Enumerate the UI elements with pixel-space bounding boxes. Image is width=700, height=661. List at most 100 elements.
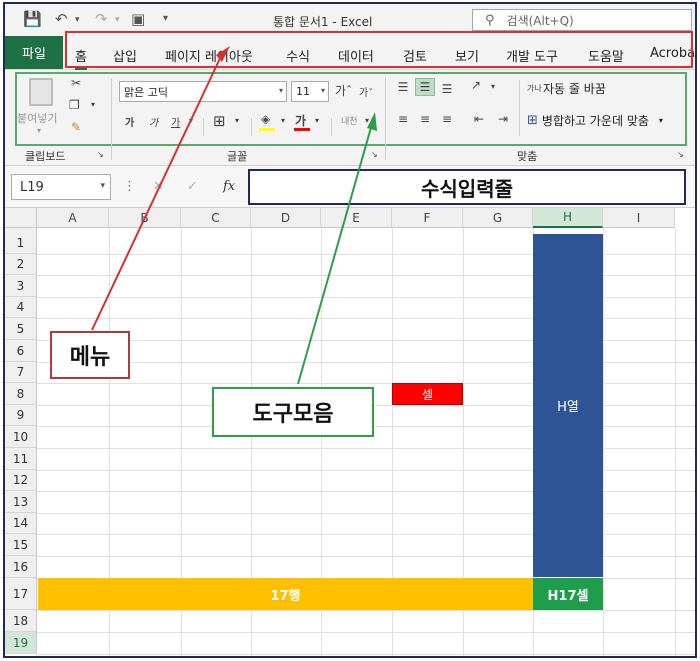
f8-cell[interactable]: 셀 — [392, 383, 463, 405]
search-placeholder: 검색(Alt+Q) — [506, 13, 574, 28]
grow-font-button[interactable]: 가ˆ — [335, 82, 352, 99]
merge-center-button[interactable]: ⊞ 병합하고 가운데 맞춤 ▾ — [527, 112, 663, 129]
redo-icon[interactable]: ↷ — [95, 10, 108, 28]
column-header-f[interactable]: F — [392, 208, 463, 228]
enter-icon[interactable]: ✓ — [187, 179, 198, 194]
shrink-font-button[interactable]: 가ˇ — [359, 84, 373, 99]
orientation-dropdown-icon[interactable]: ▾ — [491, 82, 495, 91]
orientation-icon[interactable]: ↗ — [471, 78, 481, 92]
row-header-12[interactable]: 12 — [5, 470, 37, 491]
column-header-h[interactable]: H — [533, 208, 603, 228]
row-header-9[interactable]: 9 — [5, 405, 37, 426]
dialog-launcher-icon[interactable]: ↘ — [97, 150, 104, 159]
row-header-18[interactable]: 18 — [5, 610, 37, 632]
search-input[interactable]: ⚲ 검색(Alt+Q) — [472, 9, 692, 31]
row-header-5[interactable]: 5 — [5, 318, 37, 340]
divider — [251, 118, 252, 136]
row-header-14[interactable]: 14 — [5, 513, 37, 534]
align-bottom-button[interactable]: ☰ — [437, 80, 457, 98]
wrap-text-label: 자동 줄 바꿈 — [543, 82, 606, 96]
align-right-button[interactable]: ≡ — [437, 110, 457, 128]
name-box-value: L19 — [20, 179, 44, 195]
name-box[interactable]: L19 ▾ — [11, 174, 111, 200]
column-header-c[interactable]: C — [181, 208, 251, 228]
redo-dropdown-icon[interactable]: ▾ — [115, 15, 120, 25]
formula-input[interactable]: 수식입력줄 — [248, 169, 686, 205]
excel-window: 💾 ↶ ▾ ↷ ▾ ▣ ▾ 통합 문서1 - Excel ⚲ 검색(Alt+Q)… — [3, 2, 697, 658]
fill-color-icon[interactable]: ◈ — [261, 112, 270, 126]
font-group-label: 글꼴 — [227, 150, 248, 163]
toolbar-callout: 도구모음 — [212, 387, 374, 437]
copy-icon[interactable]: ❐ — [69, 98, 80, 112]
row-header-13[interactable]: 13 — [5, 491, 37, 513]
column-header-d[interactable]: D — [251, 208, 321, 228]
merge-icon: ⊞ — [527, 113, 538, 128]
cancel-icon[interactable]: ✕ — [153, 179, 164, 194]
row-header-11[interactable]: 11 — [5, 448, 37, 470]
italic-button[interactable]: 가 — [149, 114, 158, 129]
row-header-7[interactable]: 7 — [5, 362, 37, 383]
column-header-a[interactable]: A — [37, 208, 109, 228]
row-header-6[interactable]: 6 — [5, 340, 37, 362]
column-header-i[interactable]: I — [603, 208, 675, 228]
column-header-b[interactable]: B — [109, 208, 181, 228]
dialog-launcher-icon[interactable]: ↘ — [677, 150, 684, 159]
font-size-select[interactable]: 11 ▾ — [291, 81, 329, 102]
align-middle-button[interactable]: ☰ — [415, 78, 435, 96]
align-top-button[interactable]: ☰ — [393, 78, 413, 96]
menu-callout-box — [65, 31, 693, 68]
bold-button[interactable]: 가 — [125, 114, 134, 129]
row-header-10[interactable]: 10 — [5, 426, 37, 448]
increase-indent-button[interactable]: ⇥ — [493, 110, 513, 128]
clipboard-group-label: 클립보드 — [25, 150, 66, 163]
align-center-button[interactable]: ≡ — [415, 110, 435, 128]
save-icon[interactable]: 💾 — [23, 10, 42, 28]
underline-dropdown-icon[interactable]: ▾ — [189, 116, 193, 125]
align-left-button[interactable]: ≡ — [393, 110, 413, 128]
format-painter-icon[interactable]: ✎ — [71, 120, 81, 134]
row-header-1[interactable]: 1 — [5, 232, 37, 254]
row-header-2[interactable]: 2 — [5, 254, 37, 275]
font-name-value: 맑은 고딕 — [124, 85, 168, 99]
font-color-dropdown-icon[interactable]: ▾ — [315, 116, 319, 125]
customize-icon[interactable]: ▾ — [163, 13, 168, 24]
row-header-15[interactable]: 15 — [5, 534, 37, 556]
undo-icon[interactable]: ↶ — [55, 10, 68, 28]
row-header-3[interactable]: 3 — [5, 275, 37, 297]
row-header-19[interactable]: 19 — [5, 632, 37, 654]
select-all-button[interactable] — [5, 208, 37, 228]
fill-dropdown-icon[interactable]: ▾ — [281, 116, 285, 125]
search-icon: ⚲ — [485, 12, 495, 28]
h-column-fill[interactable]: H열 — [533, 234, 603, 577]
row-header-17[interactable]: 17 — [5, 578, 37, 610]
phonetic-button[interactable]: 내천 — [341, 114, 358, 127]
wrap-text-button[interactable]: 가나 자동 줄 바꿈 — [527, 80, 606, 97]
border-dropdown-icon[interactable]: ▾ — [235, 116, 239, 125]
font-size-value: 11 — [296, 85, 310, 98]
menu-callout: 메뉴 — [50, 331, 130, 379]
chevron-down-icon: ▾ — [320, 86, 325, 95]
decrease-indent-button[interactable]: ⇤ — [469, 110, 489, 128]
tab-file[interactable]: 파일 — [5, 36, 63, 69]
column-header-g[interactable]: G — [463, 208, 533, 228]
row-header-4[interactable]: 4 — [5, 297, 37, 318]
border-icon[interactable]: ⊞ — [213, 112, 226, 130]
column-header-e[interactable]: E — [321, 208, 392, 228]
row-header-8[interactable]: 8 — [5, 383, 37, 405]
dialog-launcher-icon[interactable]: ↘ — [371, 150, 378, 159]
undo-dropdown-icon[interactable]: ▾ — [75, 15, 80, 25]
row-header-16[interactable]: 16 — [5, 556, 37, 578]
phonetic-dropdown-icon[interactable]: ▾ — [365, 116, 369, 125]
copy-dropdown-icon[interactable]: ▾ — [91, 100, 95, 109]
paste-button[interactable]: 붙여넣기 ▾ — [17, 76, 63, 138]
insert-function-button[interactable]: fx — [223, 179, 235, 194]
window-title: 통합 문서1 - Excel — [273, 15, 373, 29]
font-color-button[interactable]: 가 — [295, 112, 306, 129]
camera-icon[interactable]: ▣ — [131, 10, 145, 28]
cut-icon[interactable]: ✂ — [71, 76, 81, 90]
h17-cell[interactable]: H17셀 — [533, 578, 603, 610]
formula-bar: L19 ▾ ⋮ ✕ ✓ fx 수식입력줄 — [5, 166, 695, 208]
underline-button[interactable]: 가 — [171, 114, 180, 129]
row-17-fill[interactable]: 17행 — [38, 578, 533, 610]
font-name-select[interactable]: 맑은 고딕 ▾ — [119, 81, 287, 102]
